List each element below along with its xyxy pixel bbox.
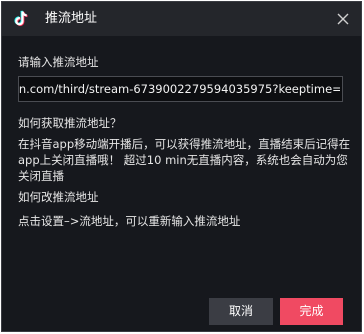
close-icon[interactable]: [335, 11, 351, 27]
how-to-change-heading: 如何改推流地址: [18, 190, 99, 204]
how-to-change-body: 点击设置–>流地址，可以重新输入推流地址: [18, 214, 241, 228]
url-label: 请输入推流地址: [18, 55, 99, 69]
stream-url-field[interactable]: [18, 76, 343, 102]
how-to-get-heading: 如何获取推流地址？: [18, 116, 122, 130]
stream-url-input[interactable]: [19, 77, 340, 101]
tiktok-logo-icon: [14, 10, 28, 26]
done-button[interactable]: 完成: [280, 298, 343, 325]
dialog-titlebar: 推流地址: [2, 2, 361, 36]
dialog-title: 推流地址: [45, 11, 98, 26]
cancel-button[interactable]: 取消: [209, 298, 273, 325]
stream-url-dialog: 推流地址 请输入推流地址 如何获取推流地址？ 在抖音app移动端开播后，可以获得…: [1, 1, 362, 332]
how-to-get-body: 在抖音app移动端开播后，可以获得推流地址，直播结束后记得在app上关闭直播哦！…: [18, 137, 351, 183]
